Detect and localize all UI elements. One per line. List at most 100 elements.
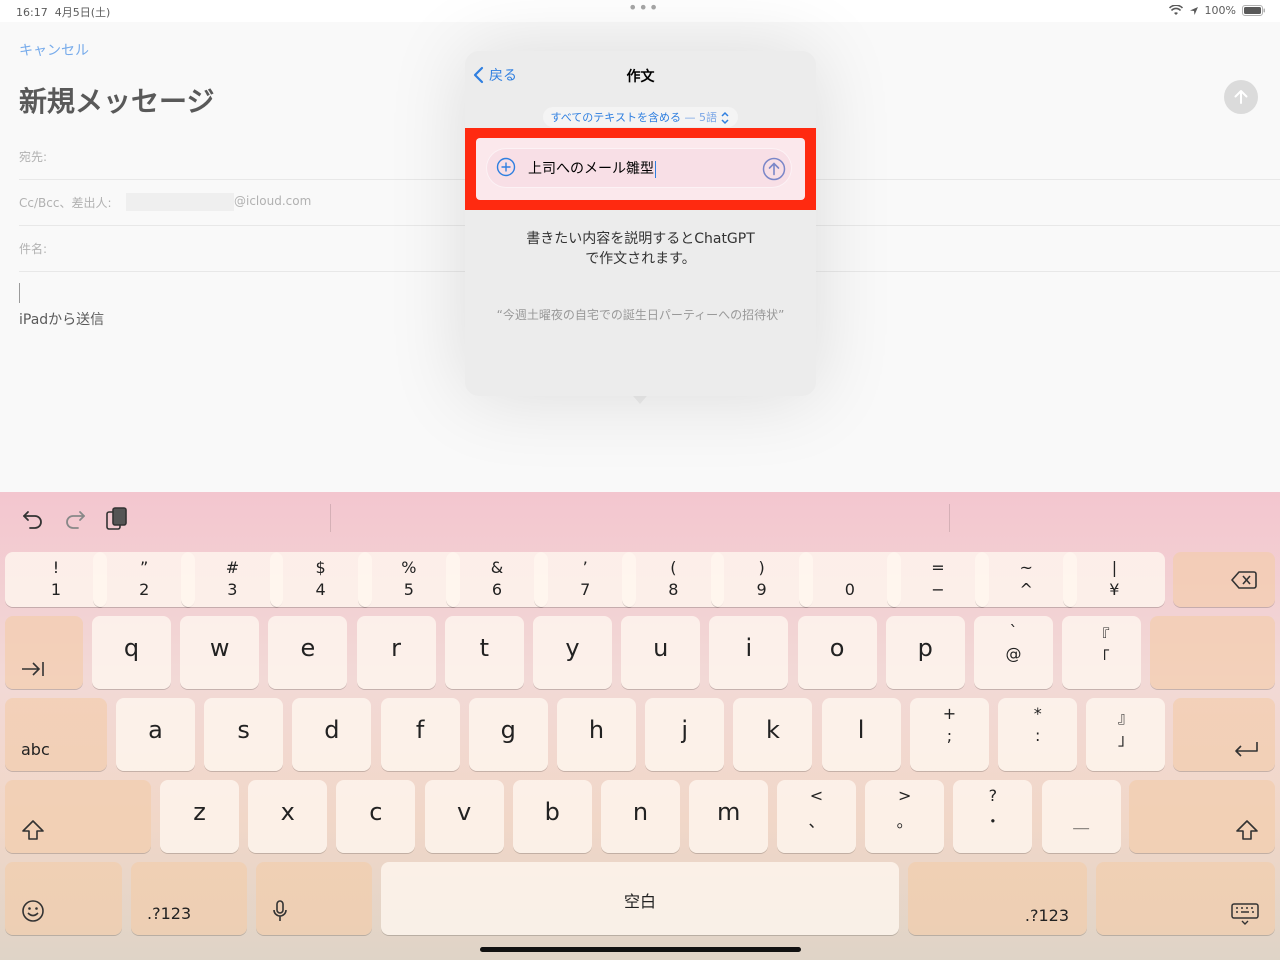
letter-key[interactable]: f	[380, 698, 460, 771]
home-indicator	[480, 947, 801, 952]
number-key[interactable]: | ¥	[1063, 552, 1166, 607]
symbol-key[interactable]: >。	[865, 780, 945, 853]
number-key[interactable]: & 6	[446, 552, 548, 607]
abc-key[interactable]: abc	[5, 698, 107, 771]
scope-selector[interactable]: すべてのテキストを含める — 5語	[465, 107, 816, 127]
letter-key[interactable]: n	[601, 780, 680, 853]
return-key-upper[interactable]	[1150, 616, 1275, 689]
prompt-input[interactable]: 上司へのメール雛型	[486, 148, 792, 188]
symbol-key[interactable]: 『「	[1062, 616, 1142, 689]
number-key[interactable]: 0	[798, 552, 901, 607]
symbol-key[interactable]: ＿	[1041, 780, 1121, 853]
key-char: ^	[1019, 580, 1033, 599]
symbol-key[interactable]: 』」	[1086, 698, 1166, 771]
letter-key[interactable]: k	[733, 698, 813, 771]
letter-key[interactable]: c	[336, 780, 416, 853]
letter-key[interactable]: s	[204, 698, 284, 771]
delete-icon	[1231, 571, 1257, 589]
submit-arrow-icon[interactable]	[762, 157, 786, 181]
key-letter: y	[565, 634, 580, 662]
letter-key[interactable]: h	[557, 698, 636, 771]
key-shift-char: #	[225, 558, 240, 577]
shift-left-key[interactable]	[5, 780, 151, 853]
return-icon	[1235, 742, 1258, 757]
letter-key[interactable]: e	[268, 616, 348, 689]
key-shift-char: *	[1033, 704, 1042, 723]
letter-key[interactable]: y	[533, 616, 612, 689]
letter-key[interactable]: x	[248, 780, 328, 853]
key-letter: r	[391, 634, 402, 662]
key-shift-char: ’	[582, 558, 588, 577]
letter-key[interactable]: g	[468, 698, 548, 771]
key-shift-char: )	[758, 558, 765, 577]
emoji-key[interactable]	[5, 862, 122, 935]
redo-icon[interactable]	[62, 506, 88, 532]
hide-keyboard-key[interactable]	[1096, 862, 1275, 935]
letter-key[interactable]: m	[689, 780, 769, 853]
number-key[interactable]: #3	[181, 552, 284, 607]
description-text: 書きたい内容を説明するとChatGPT で作文されます。	[526, 231, 755, 267]
key-char: ¥	[1109, 580, 1120, 599]
key-char: ;	[946, 726, 953, 745]
number-key[interactable]: % 5	[357, 552, 460, 607]
paste-icon[interactable]	[104, 506, 130, 532]
key-shift-char: $	[315, 558, 326, 577]
letter-key[interactable]: l	[821, 698, 901, 771]
key-letter: z	[193, 798, 206, 826]
letter-key[interactable]: j	[645, 698, 725, 771]
key-letter: x	[280, 798, 295, 826]
keyboard: abc .?123 空白 .?123 ! 1” 2 #3 $4% 5 & 6’ 7(8) 9 0 = −…	[0, 492, 1280, 960]
symbol-key[interactable]: +;	[910, 698, 989, 771]
letter-key[interactable]: q	[92, 616, 171, 689]
key-shift-char: ?	[988, 786, 998, 805]
symbol-key[interactable]: <、	[777, 780, 856, 853]
space-key[interactable]: 空白	[381, 862, 899, 935]
undo-icon[interactable]	[20, 506, 46, 532]
number-key[interactable]: ) 9	[710, 552, 813, 607]
letter-key[interactable]: b	[512, 780, 592, 853]
letter-key[interactable]: v	[424, 780, 504, 853]
dictation-key[interactable]	[256, 862, 372, 935]
letter-key[interactable]: z	[160, 780, 239, 853]
tab-key[interactable]	[5, 616, 83, 689]
symbol-key[interactable]: ? ・	[953, 780, 1033, 853]
space-label: 空白	[623, 892, 656, 911]
key-letter: l	[857, 716, 865, 744]
letter-key[interactable]: a	[116, 698, 195, 771]
number-key[interactable]: ’ 7	[534, 552, 637, 607]
key-char: 9	[756, 580, 767, 599]
number-key[interactable]: $4	[269, 552, 372, 607]
compose-popover: 戻る 作文 すべてのテキストを含める — 5語 上司へのメール雛型 書きたい内容…	[465, 51, 816, 396]
shift-right-key[interactable]	[1129, 780, 1275, 853]
numbers-right-key[interactable]: .?123	[908, 862, 1087, 935]
return-key[interactable]	[1173, 698, 1275, 771]
letter-key[interactable]: i	[709, 616, 789, 689]
key-shift-char: +	[942, 704, 957, 723]
letter-key[interactable]: p	[885, 616, 965, 689]
number-key[interactable]: ~ ^	[975, 552, 1078, 607]
scope-count: — 5語	[684, 111, 717, 124]
number-key[interactable]: (8	[622, 552, 725, 607]
number-key[interactable]: ! 1	[5, 552, 107, 607]
letter-key[interactable]: t	[444, 616, 524, 689]
toolbar-divider	[949, 504, 950, 532]
delete-key[interactable]	[1173, 552, 1275, 607]
key-char: 5	[403, 580, 414, 599]
letter-key[interactable]: w	[180, 616, 260, 689]
letter-key[interactable]: o	[797, 616, 877, 689]
tab-icon	[22, 662, 44, 676]
key-letter: d	[324, 716, 340, 744]
letter-key[interactable]: d	[292, 698, 372, 771]
letter-key[interactable]: u	[621, 616, 701, 689]
symbol-key[interactable]: *:	[998, 698, 1078, 771]
numbers-left-key[interactable]: .?123	[131, 862, 247, 935]
plus-circle-icon[interactable]	[496, 157, 516, 177]
number-key[interactable]: = −	[887, 552, 989, 607]
key-char: 1	[50, 580, 62, 599]
key-shift-char: >	[897, 786, 912, 805]
key-shift-char: |	[1111, 558, 1118, 577]
letter-key[interactable]: r	[356, 616, 436, 689]
symbol-key[interactable]: ` @	[974, 616, 1053, 689]
key-letter: s	[237, 716, 250, 744]
number-key[interactable]: ” 2	[93, 552, 196, 607]
